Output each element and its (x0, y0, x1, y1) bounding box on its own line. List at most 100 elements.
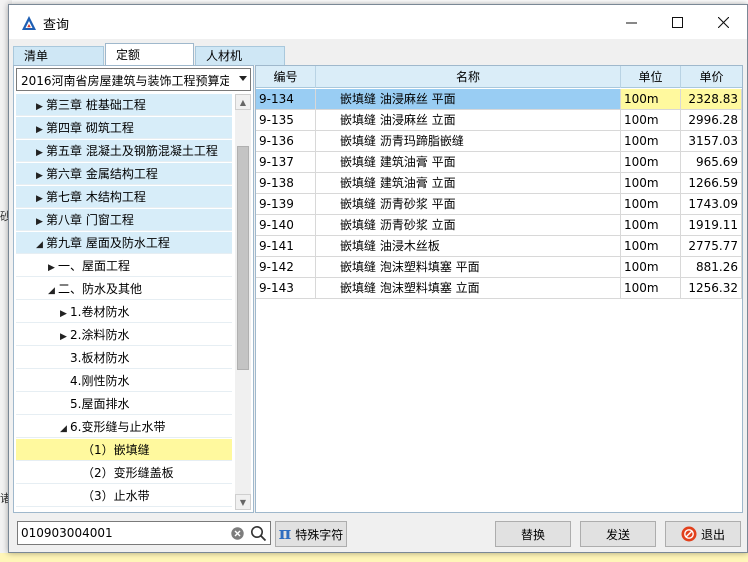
table-row[interactable]: 9-142 嵌填缝 泡沫塑料填塞 平面 100m 881.26 (256, 257, 742, 278)
expand-arrow-icon[interactable]: ▶ (36, 165, 46, 187)
expand-arrow-icon[interactable]: ▶ (60, 303, 70, 325)
cell-name: 嵌填缝 沥青砂浆 立面 (316, 215, 621, 235)
tree-item[interactable]: ▶ 2.涂料防水 (16, 324, 232, 346)
cell-code: 9-135 (256, 110, 316, 130)
search-icon[interactable] (250, 525, 267, 542)
cell-price: 1743.09 (681, 194, 742, 214)
cell-code: 9-143 (256, 278, 316, 298)
quota-library-select[interactable]: 2016河南省房屋建筑与装饰工程预算定额 (16, 68, 251, 91)
tree-item-label: 第七章 木结构工程 (46, 190, 146, 204)
tree-item[interactable]: ▶ 第四章 砌筑工程 (16, 117, 232, 139)
expand-arrow-icon[interactable]: ▶ (48, 257, 58, 279)
minimize-button[interactable] (608, 5, 654, 39)
cell-name: 嵌填缝 油浸麻丝 平面 (316, 89, 621, 109)
expand-arrow-icon[interactable]: ▶ (36, 119, 46, 141)
tree-item[interactable]: ▶ 第三章 桩基础工程 (16, 94, 232, 116)
clear-icon[interactable] (231, 527, 244, 540)
tree-scrollbar[interactable]: ▲ ▼ (235, 94, 251, 510)
quota-results-table: 编号 名称 单位 单价 9-134 嵌填缝 油浸麻丝 平面 100m 2328.… (255, 65, 743, 513)
tree-item[interactable]: （3）止水带 (16, 485, 232, 507)
expand-arrow-icon[interactable]: ▶ (36, 142, 46, 164)
maximize-button[interactable] (654, 5, 700, 39)
special-characters-button[interactable]: π 特殊字符 (275, 521, 347, 547)
replace-button[interactable]: 替换 (495, 521, 571, 547)
dropdown-arrow-icon[interactable] (239, 76, 247, 81)
scrollbar-thumb[interactable] (237, 146, 249, 370)
tree-item[interactable]: ▶ 第八章 门窗工程 (16, 209, 232, 231)
app-logo-icon (22, 16, 36, 30)
close-button[interactable] (700, 5, 746, 39)
expand-arrow-icon[interactable]: ▶ (36, 188, 46, 210)
column-header-name[interactable]: 名称 (316, 66, 621, 88)
send-button[interactable]: 发送 (580, 521, 656, 547)
exit-button[interactable]: 退出 (665, 521, 741, 547)
tree-item[interactable]: ▶ 第五章 混凝土及钢筋混凝土工程 (16, 140, 232, 162)
search-field[interactable] (17, 521, 271, 545)
table-row[interactable]: 9-139 嵌填缝 沥青砂浆 平面 100m 1743.09 (256, 194, 742, 215)
table-row[interactable]: 9-136 嵌填缝 沥青玛蹄脂嵌缝 100m 3157.03 (256, 131, 742, 152)
scroll-down-icon[interactable]: ▼ (235, 494, 251, 510)
cell-name: 嵌填缝 油浸木丝板 (316, 236, 621, 256)
tree-item[interactable]: ▶ 第七章 木结构工程 (16, 186, 232, 208)
expand-arrow-icon[interactable]: ▶ (36, 96, 46, 118)
tree-item[interactable]: 5.屋面排水 (16, 393, 232, 415)
table-row-selected[interactable]: 9-134 嵌填缝 油浸麻丝 平面 100m 2328.83 (256, 89, 742, 110)
tab-list[interactable]: 清单 (13, 46, 104, 65)
table-row[interactable]: 9-138 嵌填缝 建筑油膏 立面 100m 1266.59 (256, 173, 742, 194)
cell-unit: 100m (621, 173, 681, 193)
cell-unit: 100m (621, 152, 681, 172)
cell-price: 1256.32 (681, 278, 742, 298)
cell-code: 9-136 (256, 131, 316, 151)
table-row[interactable]: 9-143 嵌填缝 泡沫塑料填塞 立面 100m 1256.32 (256, 278, 742, 299)
expand-arrow-icon[interactable]: ▶ (36, 211, 46, 233)
cell-price: 2775.77 (681, 236, 742, 256)
table-row[interactable]: 9-140 嵌填缝 沥青砂浆 立面 100m 1919.11 (256, 215, 742, 236)
chapter-tree: ▶ 第三章 桩基础工程 ▶ 第四章 砌筑工程 ▶ 第五章 混凝土及钢筋混凝土工程 ▶ 第… (16, 94, 232, 510)
minimize-icon (625, 22, 637, 23)
column-header-price[interactable]: 单价 (681, 66, 742, 88)
tree-item[interactable]: ◢ 6.变形缝与止水带 (16, 416, 232, 438)
table-row[interactable]: 9-135 嵌填缝 油浸麻丝 立面 100m 2996.28 (256, 110, 742, 131)
collapse-arrow-icon[interactable]: ◢ (36, 234, 46, 256)
cell-price: 1919.11 (681, 215, 742, 235)
tab-labor-material-machine[interactable]: 人材机 (195, 46, 285, 65)
collapse-arrow-icon[interactable]: ◢ (60, 418, 70, 440)
cell-name: 嵌填缝 泡沫塑料填塞 立面 (316, 278, 621, 298)
cell-name: 嵌填缝 沥青砂浆 平面 (316, 194, 621, 214)
table-row[interactable]: 9-137 嵌填缝 建筑油膏 平面 100m 965.69 (256, 152, 742, 173)
cell-code: 9-142 (256, 257, 316, 277)
exit-label: 退出 (700, 527, 725, 542)
tree-item[interactable]: 4.刚性防水 (16, 370, 232, 392)
scroll-up-icon[interactable]: ▲ (235, 94, 251, 110)
search-input[interactable] (21, 525, 221, 541)
expand-arrow-icon[interactable]: ▶ (60, 326, 70, 348)
cell-code: 9-141 (256, 236, 316, 256)
column-header-unit[interactable]: 单位 (621, 66, 681, 88)
cell-unit: 100m (621, 236, 681, 256)
title-bar[interactable]: 查询 (9, 5, 747, 39)
window-title: 查询 (43, 18, 70, 33)
cell-price: 881.26 (681, 257, 742, 277)
tree-item[interactable]: 3.板材防水 (16, 347, 232, 369)
tree-item[interactable]: ▶ 1.卷材防水 (16, 301, 232, 323)
tab-quota[interactable]: 定额 (105, 43, 194, 65)
tree-item-label: 一、屋面工程 (58, 259, 131, 273)
cell-code: 9-134 (256, 89, 316, 109)
cell-unit: 100m (621, 278, 681, 298)
tree-item[interactable]: ◢ 第九章 屋面及防水工程 (16, 232, 232, 254)
table-header: 编号 名称 单位 单价 (256, 66, 742, 88)
tree-item-label: 6.变形缝与止水带 (70, 420, 166, 434)
tree-item[interactable]: ▶ 第六章 金属结构工程 (16, 163, 232, 185)
cell-unit: 100m (621, 89, 681, 109)
tree-item-selected[interactable]: （1）嵌填缝 (16, 439, 232, 461)
tree-item[interactable]: （2）变形缝盖板 (16, 462, 232, 484)
cell-unit: 100m (621, 257, 681, 277)
table-row[interactable]: 9-141 嵌填缝 油浸木丝板 100m 2775.77 (256, 236, 742, 257)
cell-name: 嵌填缝 建筑油膏 立面 (316, 173, 621, 193)
cell-unit: 100m (621, 194, 681, 214)
column-header-code[interactable]: 编号 (256, 66, 316, 88)
collapse-arrow-icon[interactable]: ◢ (48, 280, 58, 302)
tree-item-label: 第六章 金属结构工程 (46, 167, 158, 181)
tree-item[interactable]: ◢ 二、防水及其他 (16, 278, 232, 300)
tree-item[interactable]: ▶ 一、屋面工程 (16, 255, 232, 277)
